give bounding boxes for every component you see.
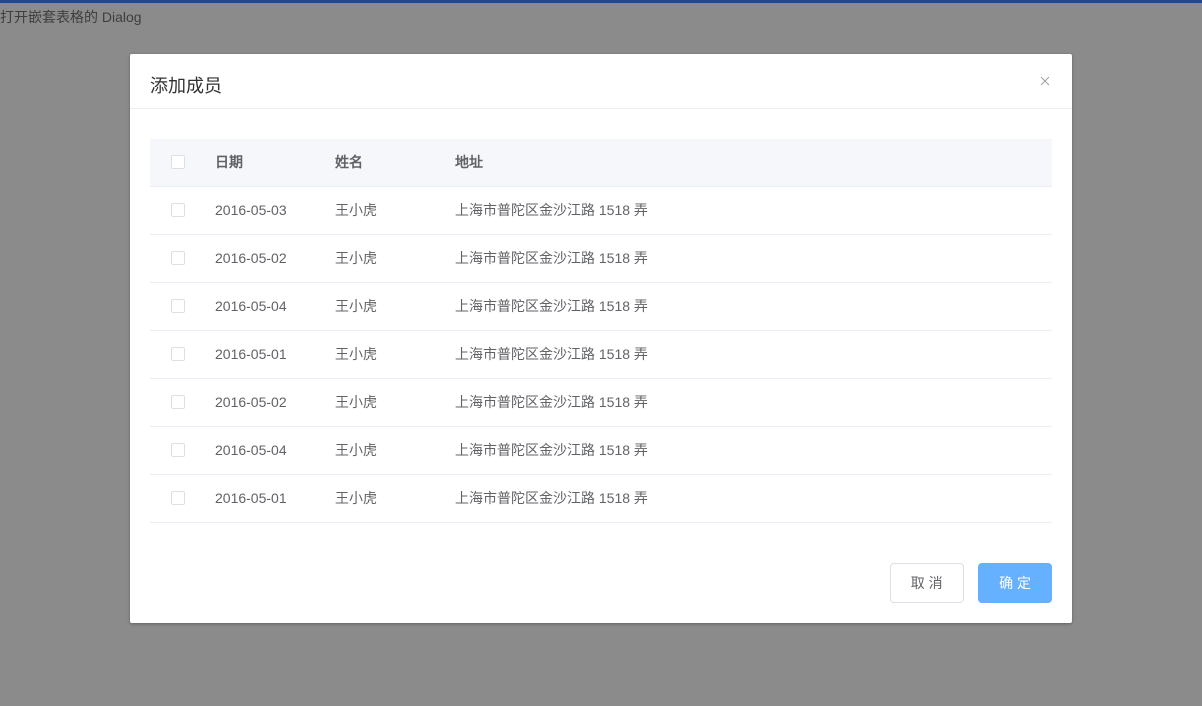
dialog-footer: 取 消 确 定: [130, 553, 1072, 623]
table-row[interactable]: 2016-05-02王小虎上海市普陀区金沙江路 1518 弄: [150, 379, 1052, 427]
header-address: 地址: [445, 139, 1052, 186]
cell-name: 王小虎: [325, 427, 445, 474]
cell-date: 2016-05-02: [205, 235, 325, 282]
cell-date: 2016-05-01: [205, 475, 325, 522]
cell-address: 上海市普陀区金沙江路 1518 弄: [445, 235, 1052, 282]
cell-name: 王小虎: [325, 187, 445, 234]
table-row[interactable]: 2016-05-04王小虎上海市普陀区金沙江路 1518 弄: [150, 283, 1052, 331]
table-body-scroll[interactable]: 2016-05-03王小虎上海市普陀区金沙江路 1518 弄2016-05-02…: [150, 187, 1052, 523]
cell-address: 上海市普陀区金沙江路 1518 弄: [445, 379, 1052, 426]
dialog-title: 添加成员: [150, 76, 222, 96]
row-checkbox[interactable]: [171, 251, 185, 265]
cell-address: 上海市普陀区金沙江路 1518 弄: [445, 331, 1052, 378]
table-row[interactable]: 2016-05-03王小虎上海市普陀区金沙江路 1518 弄: [150, 187, 1052, 235]
cell-address: 上海市普陀区金沙江路 1518 弄: [445, 427, 1052, 474]
table-row[interactable]: 2016-05-01王小虎上海市普陀区金沙江路 1518 弄: [150, 331, 1052, 379]
row-checkbox-cell: [150, 427, 205, 474]
cell-name: 王小虎: [325, 331, 445, 378]
cell-date: 2016-05-04: [205, 283, 325, 330]
cancel-button[interactable]: 取 消: [890, 563, 964, 603]
row-checkbox-cell: [150, 379, 205, 426]
row-checkbox[interactable]: [171, 395, 185, 409]
cell-address: 上海市普陀区金沙江路 1518 弄: [445, 283, 1052, 330]
header-date: 日期: [205, 139, 325, 186]
table: 日期 姓名 地址 2016-05-03王小虎上海市普陀区金沙江路 1518 弄2…: [150, 139, 1052, 523]
row-checkbox[interactable]: [171, 491, 185, 505]
row-checkbox-cell: [150, 187, 205, 234]
row-checkbox-cell: [150, 475, 205, 522]
header-checkbox-cell: [150, 139, 205, 186]
row-checkbox[interactable]: [171, 347, 185, 361]
confirm-button[interactable]: 确 定: [978, 563, 1052, 603]
row-checkbox[interactable]: [171, 443, 185, 457]
cell-date: 2016-05-04: [205, 427, 325, 474]
cell-date: 2016-05-03: [205, 187, 325, 234]
row-checkbox-cell: [150, 331, 205, 378]
cell-address: 上海市普陀区金沙江路 1518 弄: [445, 187, 1052, 234]
select-all-checkbox[interactable]: [171, 155, 185, 169]
table-row[interactable]: 2016-05-01王小虎上海市普陀区金沙江路 1518 弄: [150, 475, 1052, 523]
cell-name: 王小虎: [325, 283, 445, 330]
modal-overlay: 添加成员 日期 姓名 地址 2016-05-03王小虎上海市普陀区金沙江路 15…: [0, 0, 1202, 706]
row-checkbox[interactable]: [171, 299, 185, 313]
table-body: 2016-05-03王小虎上海市普陀区金沙江路 1518 弄2016-05-02…: [150, 187, 1052, 523]
cell-date: 2016-05-01: [205, 331, 325, 378]
cell-name: 王小虎: [325, 379, 445, 426]
cell-address: 上海市普陀区金沙江路 1518 弄: [445, 475, 1052, 522]
row-checkbox-cell: [150, 283, 205, 330]
row-checkbox[interactable]: [171, 203, 185, 217]
dialog-header: 添加成员: [130, 54, 1072, 109]
row-checkbox-cell: [150, 235, 205, 282]
dialog-body: 日期 姓名 地址 2016-05-03王小虎上海市普陀区金沙江路 1518 弄2…: [130, 109, 1072, 553]
dialog: 添加成员 日期 姓名 地址 2016-05-03王小虎上海市普陀区金沙江路 15…: [130, 54, 1072, 623]
table-row[interactable]: 2016-05-04王小虎上海市普陀区金沙江路 1518 弄: [150, 427, 1052, 475]
cell-date: 2016-05-02: [205, 379, 325, 426]
table-header-row: 日期 姓名 地址: [150, 139, 1052, 187]
cell-name: 王小虎: [325, 475, 445, 522]
cell-name: 王小虎: [325, 235, 445, 282]
header-name: 姓名: [325, 139, 445, 186]
table-row[interactable]: 2016-05-02王小虎上海市普陀区金沙江路 1518 弄: [150, 235, 1052, 283]
close-icon[interactable]: [1038, 74, 1052, 92]
